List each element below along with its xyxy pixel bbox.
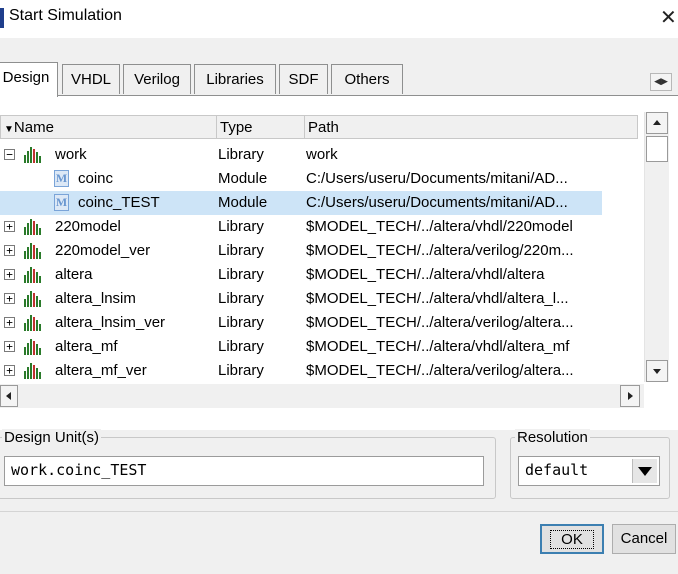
- row-path: work: [306, 146, 338, 163]
- arrow-left-icon: [6, 392, 11, 400]
- dropdown-button[interactable]: [632, 459, 657, 483]
- tree-row[interactable]: + altera_mf Library $MODEL_TECH/../alter…: [0, 335, 640, 359]
- column-header-name[interactable]: ▼Name: [0, 115, 218, 139]
- expand-icon[interactable]: +: [4, 269, 15, 280]
- row-name: altera_lnsim_ver: [55, 314, 166, 331]
- collapse-icon[interactable]: −: [4, 149, 15, 160]
- row-type: Library: [218, 362, 264, 379]
- row-name: coinc_TEST: [78, 194, 160, 211]
- app-icon: [0, 8, 4, 28]
- resolution-label: Resolution: [515, 429, 590, 446]
- row-name: altera: [55, 266, 93, 283]
- arrow-right-icon: [628, 392, 633, 400]
- scroll-up-button[interactable]: [646, 112, 668, 134]
- horizontal-scrollbar[interactable]: [0, 384, 644, 408]
- column-header-type[interactable]: Type: [216, 115, 306, 139]
- library-icon: [24, 147, 41, 163]
- expand-icon[interactable]: +: [4, 221, 15, 232]
- column-header-path[interactable]: Path: [304, 115, 638, 139]
- tab-libraries[interactable]: Libraries: [194, 64, 276, 94]
- row-type: Module: [218, 194, 268, 211]
- tree-row[interactable]: + 220model Library $MODEL_TECH/../altera…: [0, 215, 640, 239]
- module-icon: M: [54, 194, 69, 211]
- tree-row[interactable]: + 220model_ver Library $MODEL_TECH/../al…: [0, 239, 640, 263]
- row-path: C:/Users/useru/Documents/mitani/AD...: [306, 194, 568, 211]
- library-icon: [24, 267, 41, 283]
- row-name: coinc: [78, 170, 114, 187]
- close-icon[interactable]: ✕: [660, 5, 677, 29]
- expand-icon[interactable]: +: [4, 293, 15, 304]
- tab-divider: [0, 95, 678, 96]
- row-name: work: [55, 146, 87, 163]
- arrow-up-icon: [653, 120, 661, 125]
- vertical-scrollbar[interactable]: [644, 112, 669, 382]
- row-type: Library: [218, 242, 264, 259]
- ok-label: OK: [550, 530, 594, 549]
- expand-icon[interactable]: +: [4, 245, 15, 256]
- tree-row[interactable]: + altera_mf_ver Library $MODEL_TECH/../a…: [0, 359, 640, 383]
- row-type: Library: [218, 266, 264, 283]
- tab-verilog[interactable]: Verilog: [123, 64, 191, 94]
- scroll-left-button[interactable]: [0, 385, 18, 407]
- row-path: $MODEL_TECH/../altera/verilog/220m...: [306, 242, 574, 259]
- button-separator: [0, 511, 678, 512]
- row-path: $MODEL_TECH/../altera/vhdl/altera_mf: [306, 338, 570, 355]
- scroll-thumb[interactable]: [646, 136, 668, 162]
- scroll-down-button[interactable]: [646, 360, 668, 382]
- tab-vhdl[interactable]: VHDL: [62, 64, 120, 94]
- row-type: Library: [218, 218, 264, 235]
- library-icon: [24, 219, 41, 235]
- sort-icon: ▼: [4, 124, 14, 135]
- library-icon: [24, 363, 41, 379]
- row-name: altera_lnsim: [55, 290, 136, 307]
- scroll-right-button[interactable]: [620, 385, 640, 407]
- resolution-select[interactable]: default: [518, 456, 660, 486]
- tree-row[interactable]: + altera_lnsim Library $MODEL_TECH/../al…: [0, 287, 640, 311]
- tree-row-selected[interactable]: M coinc_TEST Module C:/Users/useru/Docum…: [0, 191, 602, 215]
- expand-icon[interactable]: +: [4, 341, 15, 352]
- ok-button[interactable]: OK: [540, 524, 604, 554]
- row-name: 220model: [55, 218, 121, 235]
- arrow-down-icon: [653, 369, 661, 374]
- module-icon: M: [54, 170, 69, 187]
- tab-design[interactable]: Design: [0, 62, 58, 97]
- cancel-button[interactable]: Cancel: [612, 524, 676, 554]
- tree-row[interactable]: M coinc Module C:/Users/useru/Documents/…: [0, 167, 640, 191]
- library-icon: [24, 339, 41, 355]
- row-path: $MODEL_TECH/../altera/vhdl/altera_l...: [306, 290, 569, 307]
- row-type: Library: [218, 314, 264, 331]
- row-type: Library: [218, 146, 264, 163]
- resolution-value: default: [525, 461, 589, 479]
- row-name: altera_mf_ver: [55, 362, 147, 379]
- tree-row[interactable]: + altera Library $MODEL_TECH/../altera/v…: [0, 263, 640, 287]
- tab-scroll-arrows[interactable]: ◀▶: [650, 73, 672, 91]
- library-icon: [24, 315, 41, 331]
- tab-sdf[interactable]: SDF: [279, 64, 328, 94]
- row-type: Library: [218, 290, 264, 307]
- row-path: C:/Users/useru/Documents/mitani/AD...: [306, 170, 568, 187]
- row-type: Module: [218, 170, 268, 187]
- row-path: $MODEL_TECH/../altera/verilog/altera...: [306, 314, 574, 331]
- row-name: 220model_ver: [55, 242, 151, 259]
- tree-row[interactable]: − work Library work: [0, 143, 640, 167]
- tree-row[interactable]: + altera_lnsim_ver Library $MODEL_TECH/.…: [0, 311, 640, 335]
- library-icon: [24, 243, 41, 259]
- expand-icon[interactable]: +: [4, 365, 15, 376]
- design-unit-label: Design Unit(s): [2, 429, 102, 446]
- design-unit-input[interactable]: work.coinc_TEST: [4, 456, 484, 486]
- row-path: $MODEL_TECH/../altera/verilog/altera...: [306, 362, 574, 379]
- expand-icon[interactable]: +: [4, 317, 15, 328]
- row-path: $MODEL_TECH/../altera/vhdl/altera: [306, 266, 545, 283]
- library-icon: [24, 291, 41, 307]
- row-type: Library: [218, 338, 264, 355]
- chevron-down-icon: [638, 467, 652, 476]
- title-bar: Start Simulation ✕: [0, 0, 678, 38]
- row-path: $MODEL_TECH/../altera/vhdl/220model: [306, 218, 573, 235]
- row-name: altera_mf: [55, 338, 118, 355]
- tab-others[interactable]: Others: [331, 64, 403, 94]
- window-title: Start Simulation: [9, 7, 122, 24]
